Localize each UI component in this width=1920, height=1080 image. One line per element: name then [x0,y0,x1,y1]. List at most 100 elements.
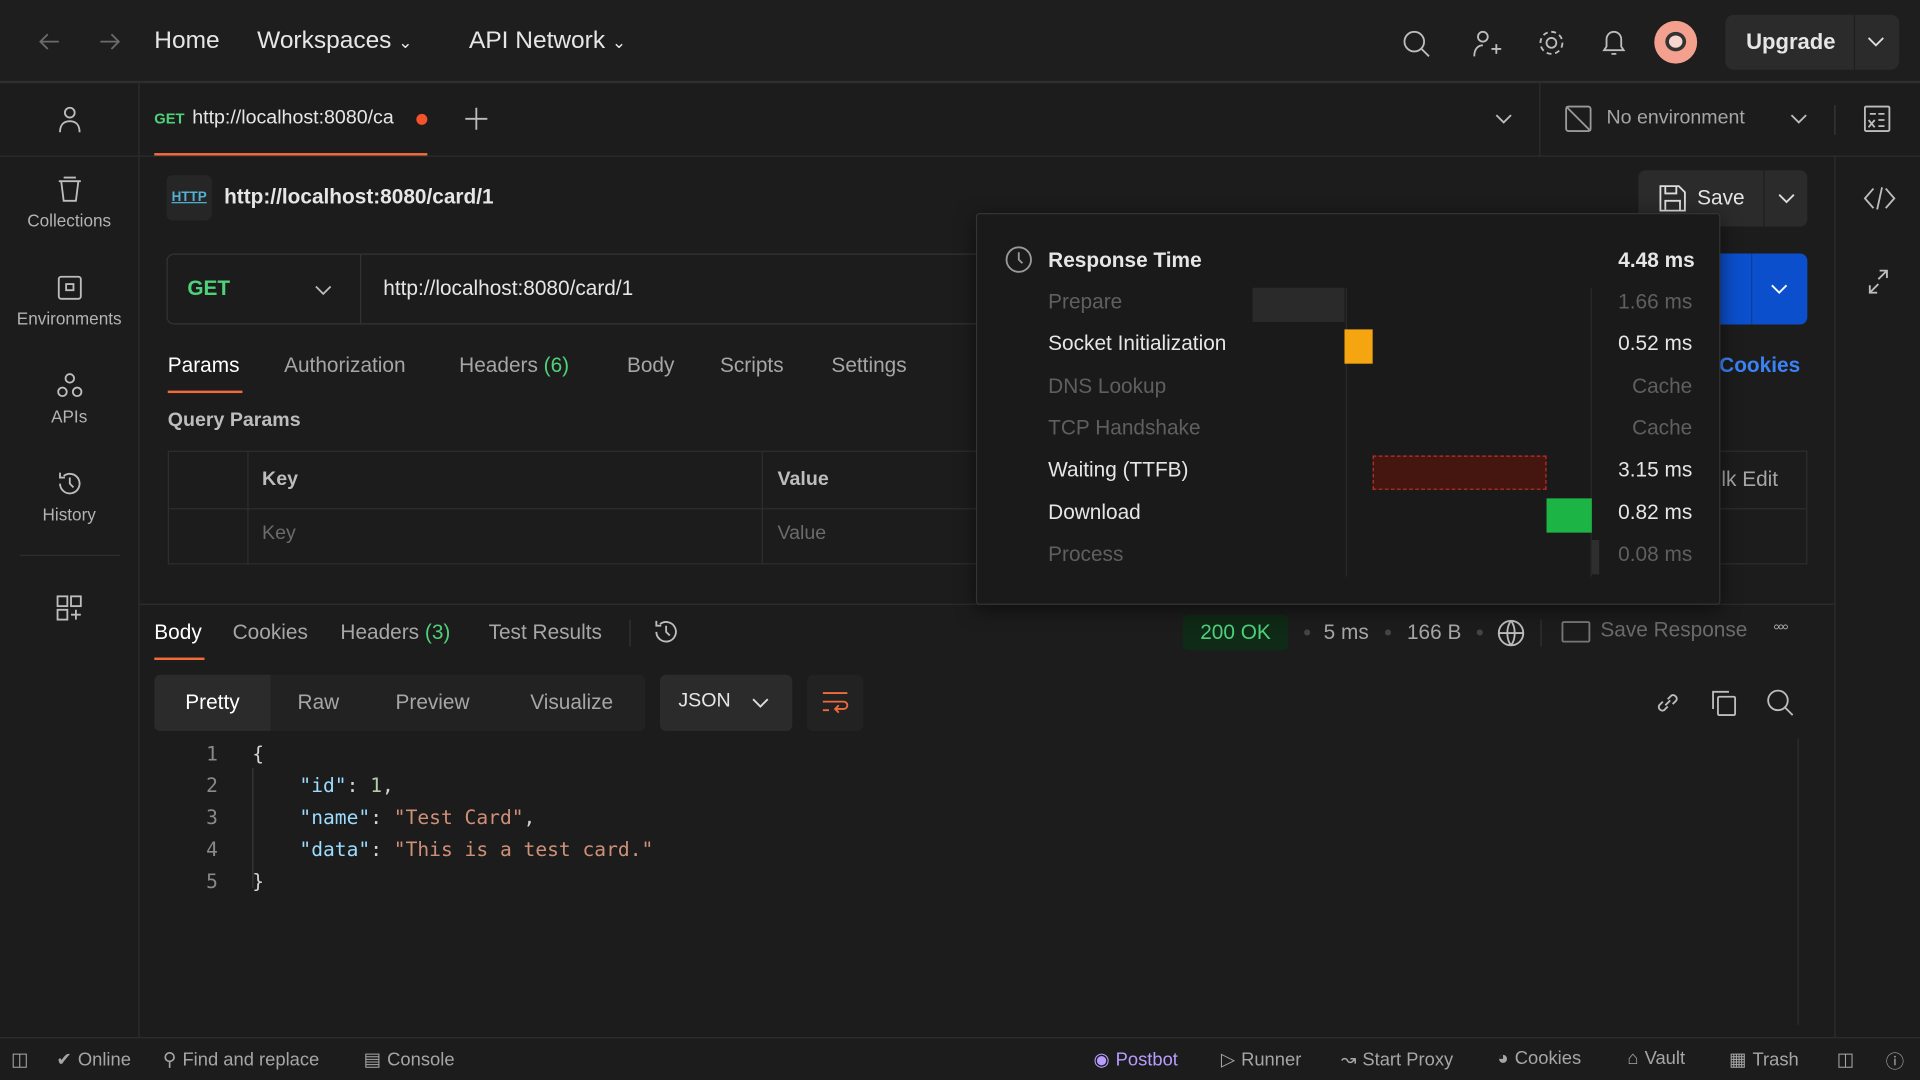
response-time[interactable]: 5 ms [1324,621,1369,645]
collapse-arrows-icon[interactable] [1867,269,1889,294]
back-arrow-icon[interactable] [37,29,61,53]
online-status[interactable]: ✔︎ Online [56,1048,131,1070]
view-mode-segmented: Pretty Raw Preview Visualize [154,674,646,732]
code-token: "This is a test card." [393,837,654,861]
new-tab-plus-icon[interactable] [464,107,488,131]
avatar[interactable] [1654,20,1698,64]
phase-value: 0.08 ms [1618,542,1693,566]
find-label: Find and replace [182,1048,320,1070]
postbot-button[interactable]: ◉ Postbot [1093,1048,1177,1070]
unsaved-dot [416,113,428,125]
code-token: "data" [252,837,371,861]
column-header-value: Value [777,468,829,490]
nav-api-network[interactable]: API Network ⌄ [469,27,626,55]
phase-bar [1372,455,1547,491]
runner-button[interactable]: ▷ Runner [1221,1048,1302,1070]
sidebar-item-apis[interactable]: APIs [0,372,138,426]
phase-label: TCP Handshake [1048,416,1201,440]
upgrade-button[interactable]: Upgrade [1725,14,1900,70]
vault-label: Vault [1644,1048,1686,1069]
sidebar-item-environments[interactable]: Environments [0,274,138,328]
nav-home[interactable]: Home [154,27,219,55]
response-tab-test-results[interactable]: Test Results [489,621,602,645]
chevron-down-icon[interactable] [1778,192,1795,204]
cookies-link[interactable]: Cookies [1719,354,1800,378]
request-tab[interactable]: GET http://localhost:8080/ca [154,83,428,156]
phase-label: DNS Lookup [1048,374,1167,398]
headers-count: (3) [424,620,451,645]
forward-arrow-icon[interactable] [98,29,122,53]
more-options-icon[interactable]: ◦◦◦ [1773,617,1789,639]
sidebar-item-collections[interactable]: Collections [0,176,138,230]
query-params-heading: Query Params [167,410,301,432]
response-size[interactable]: 166 B [1407,621,1461,645]
nav-workspaces[interactable]: Workspaces ⌄ [257,27,412,55]
response-tab-body[interactable]: Body [154,621,201,645]
cookies-button[interactable]: ◕ Cookies [1498,1048,1582,1069]
invite-user-icon[interactable] [1472,28,1504,60]
chevron-down-icon[interactable] [1867,34,1884,49]
tab-headers[interactable]: Headers (6) [459,354,569,378]
console-button[interactable]: ▤ Console [364,1048,455,1070]
key-input[interactable]: Key [262,523,296,545]
search-icon[interactable] [1766,688,1795,717]
copy-icon[interactable] [1711,689,1738,717]
response-tab-cookies[interactable]: Cookies [233,621,308,645]
tabs-dropdown-chevron-icon[interactable] [1495,113,1512,125]
method-select[interactable]: GET [168,254,362,324]
url-input[interactable]: http://localhost:8080/card/1 [383,277,633,301]
code-token: "Test Card" [393,805,524,829]
environment-selector[interactable]: No environment [1565,100,1810,137]
postbot-icon: ◉ [1093,1049,1110,1071]
view-pretty[interactable]: Pretty [154,674,271,732]
right-rail [1834,156,1920,1038]
find-replace-button[interactable]: ⚲ Find and replace [163,1048,319,1070]
bell-icon[interactable] [1599,27,1628,59]
search-icon[interactable] [1402,29,1431,58]
code-snippet-icon[interactable] [1863,186,1896,210]
sidebar-item-history[interactable]: History [0,470,138,524]
console-label: Console [387,1048,455,1070]
chevron-down-icon[interactable] [1771,283,1788,295]
response-tab-headers[interactable]: Headers (3) [340,621,450,645]
chevron-down-icon: ⌄ [398,31,413,52]
phase-value: Cache [1632,416,1693,440]
tab-settings[interactable]: Settings [831,354,906,378]
cookie-icon: ◕ [1497,1048,1509,1069]
configure-workbench-icon[interactable] [56,595,83,622]
format-select[interactable]: JSON [660,674,793,732]
tab-authorization[interactable]: Authorization [284,354,406,378]
environment-quick-look-icon[interactable] [1863,105,1891,132]
tab-params[interactable]: Params [168,354,240,378]
save-response-button[interactable]: Save Response [1561,618,1757,647]
code-line: { [252,742,264,765]
phase-value: 0.82 ms [1618,500,1693,524]
user-icon[interactable] [58,105,82,134]
tab-title: http://localhost:8080/ca [192,107,394,129]
link-icon[interactable] [1654,689,1681,716]
sidebar-label: Environments [16,308,122,329]
vault-button[interactable]: ⌂ Vault [1627,1048,1685,1069]
help-icon[interactable]: ⓘ [1886,1048,1904,1074]
tab-body[interactable]: Body [627,354,674,378]
toggle-sidebar-icon[interactable]: ◫ [11,1048,28,1070]
history-icon[interactable] [653,618,680,645]
phase-label: Prepare [1048,290,1123,314]
status-badge[interactable]: 200 OK [1182,614,1289,651]
wrap-lines-button[interactable] [806,674,864,732]
request-title[interactable]: http://localhost:8080/card/1 [224,185,494,209]
code-token: } [252,869,265,893]
view-preview[interactable]: Preview [396,691,470,715]
response-body-editor[interactable]: 1 {2 "id": 1, 3 "name": "Test Card", 4 "dat… [140,738,1818,1032]
two-pane-layout-icon[interactable]: ◫ [1837,1048,1854,1070]
globe-icon[interactable] [1497,618,1525,647]
trash-button[interactable]: ▦ Trash [1729,1048,1799,1070]
tab-scripts[interactable]: Scripts [720,354,784,378]
gear-icon[interactable] [1536,27,1568,59]
code-token: : [370,805,394,829]
code-token: : [370,837,394,861]
value-input[interactable]: Value [778,523,827,545]
start-proxy-button[interactable]: ↝ Start Proxy [1341,1048,1453,1070]
view-raw[interactable]: Raw [298,691,340,715]
view-visualize[interactable]: Visualize [530,691,613,715]
